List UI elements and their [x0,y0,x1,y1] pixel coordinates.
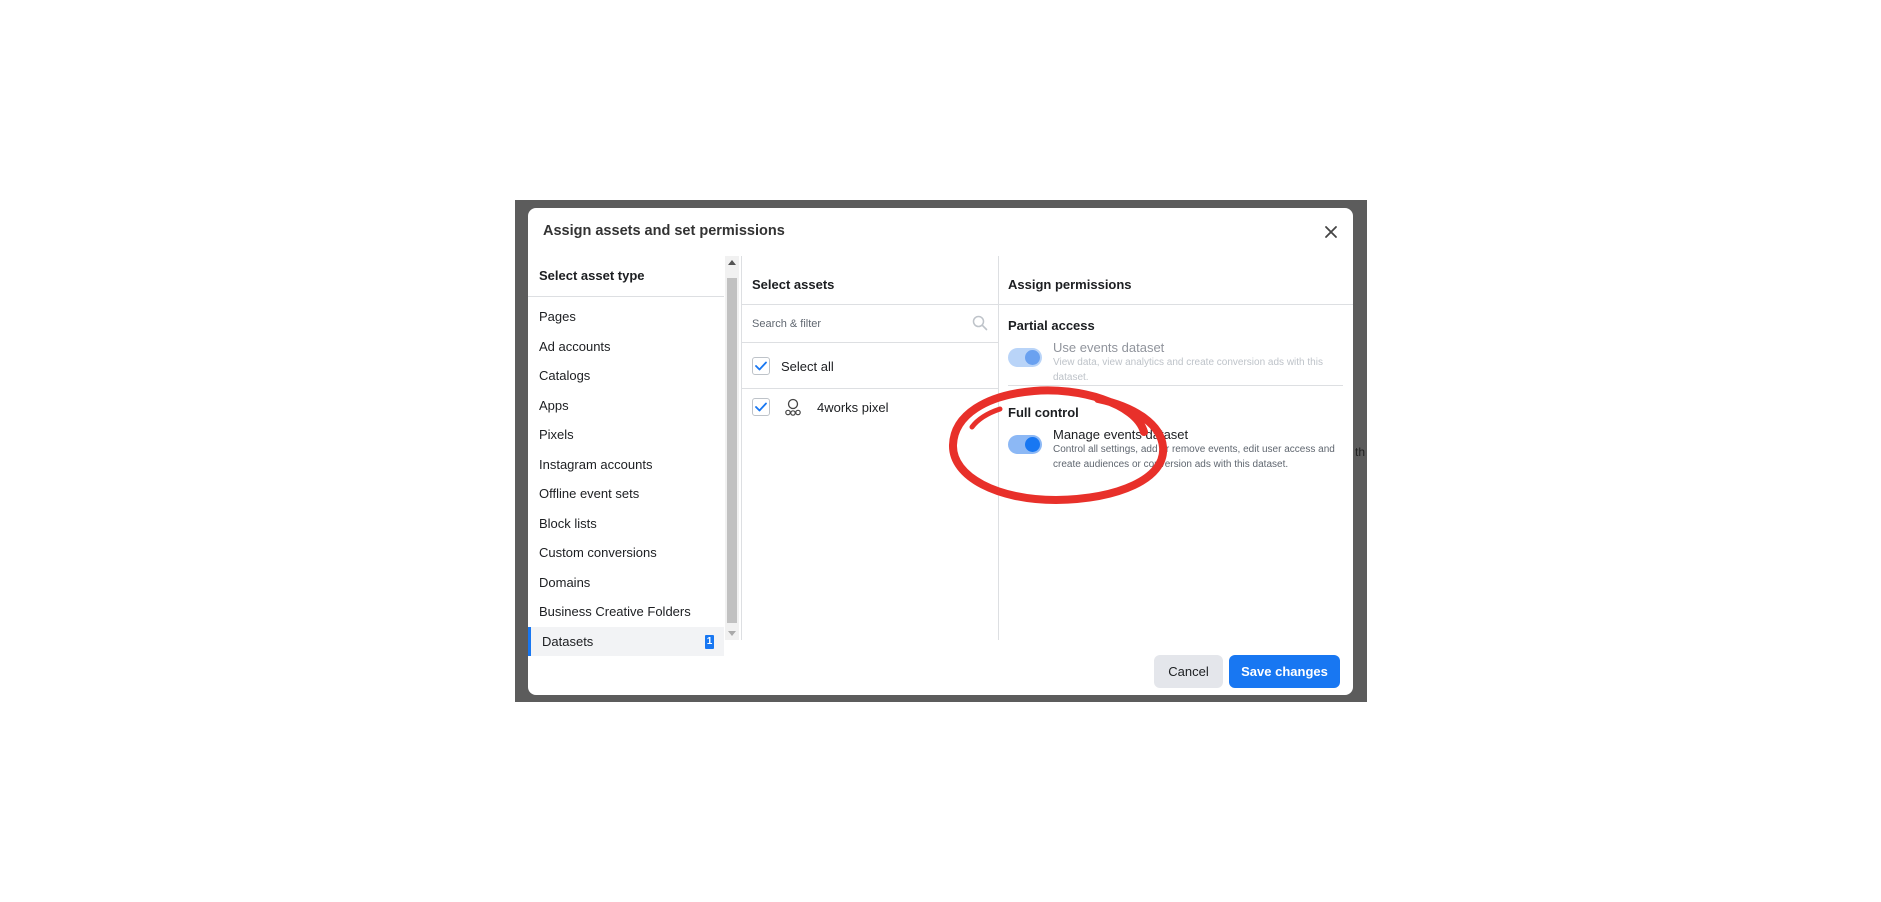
asset-type-item[interactable]: Pages [528,302,724,332]
asset-type-label: Block lists [539,515,597,531]
asset-type-label: Custom conversions [539,545,657,560]
assign-assets-dialog: Assign assets and set permissions Select… [528,208,1353,695]
asset-type-item[interactable]: Business Creative Folders [528,597,724,627]
asset-type-item[interactable]: Apps [528,391,724,421]
partial-access-option: Use events dataset View data, view analy… [1008,340,1343,383]
asset-type-label: Datasets [542,633,594,649]
scroll-up-arrow-icon[interactable] [728,260,736,265]
asset-type-column: Select asset type Pages Ad accounts Catalo… [528,256,740,656]
asset-type-item[interactable]: Block lists [528,509,724,539]
permissions-header: Assign permissions [1008,277,1132,292]
asset-type-header: Select asset type [539,268,645,283]
asset-type-item[interactable]: Instagram accounts [528,450,724,480]
search-icon[interactable] [972,315,988,331]
select-all-checkbox[interactable] [752,357,770,375]
close-button[interactable] [1321,222,1341,242]
divider [742,304,998,305]
asset-type-label: Pages [539,309,576,324]
close-icon [1325,226,1337,238]
pixel-icon [785,398,801,416]
asset-checkbox[interactable] [752,398,770,416]
asset-type-label: Catalogs [539,368,591,383]
asset-row[interactable]: 4works pixel [752,396,889,418]
asset-type-label: Ad accounts [539,338,611,354]
asset-label: 4works pixel [817,399,889,415]
select-all-label: Select all [781,358,834,374]
scroll-thumb[interactable] [727,278,737,623]
search-input[interactable] [752,314,957,334]
asset-type-label: Offline event sets [539,486,640,501]
select-all-row[interactable]: Select all [752,355,834,377]
divider [742,342,998,343]
asset-type-item[interactable]: Domains [528,568,724,598]
save-changes-button[interactable]: Save changes [1229,655,1340,688]
divider [528,296,724,297]
asset-type-label: Instagram accounts [539,456,653,472]
assets-header: Select assets [752,277,835,292]
partial-access-title: Partial access [1008,318,1095,333]
selected-count-badge: 1 [705,634,714,649]
scroll-down-arrow-icon[interactable] [728,631,736,636]
checkmark-icon [755,402,767,412]
asset-type-label: Apps [539,397,569,413]
background-text: th [1355,445,1366,459]
toggle-knob [1025,350,1040,365]
partial-option-description: View data, view analytics and create con… [1053,357,1323,383]
divider [998,304,1353,305]
asset-type-label: Domains [539,574,591,590]
asset-type-item[interactable]: Catalogs [528,361,724,391]
checkmark-icon [755,361,767,371]
asset-type-label: Pixels [539,427,574,442]
asset-type-label: Business Creative Folders [539,604,691,619]
asset-type-list: Pages Ad accounts Catalogs Apps Pixels Instag… [528,302,724,656]
use-events-dataset-toggle[interactable] [1008,348,1042,367]
red-annotation-circle [948,386,1168,504]
asset-type-scrollbar[interactable] [725,256,739,640]
partial-option-title: Use events dataset [1053,340,1165,355]
asset-type-item[interactable]: Offline event sets [528,479,724,509]
asset-type-item[interactable]: Ad accounts [528,332,724,362]
asset-type-item[interactable]: Datasets 1 [528,626,724,656]
cancel-button[interactable]: Cancel [1154,655,1223,688]
asset-type-item[interactable]: Custom conversions [528,538,724,568]
asset-type-item[interactable]: Pixels [528,420,724,450]
dialog-title: Assign assets and set permissions [543,223,785,239]
